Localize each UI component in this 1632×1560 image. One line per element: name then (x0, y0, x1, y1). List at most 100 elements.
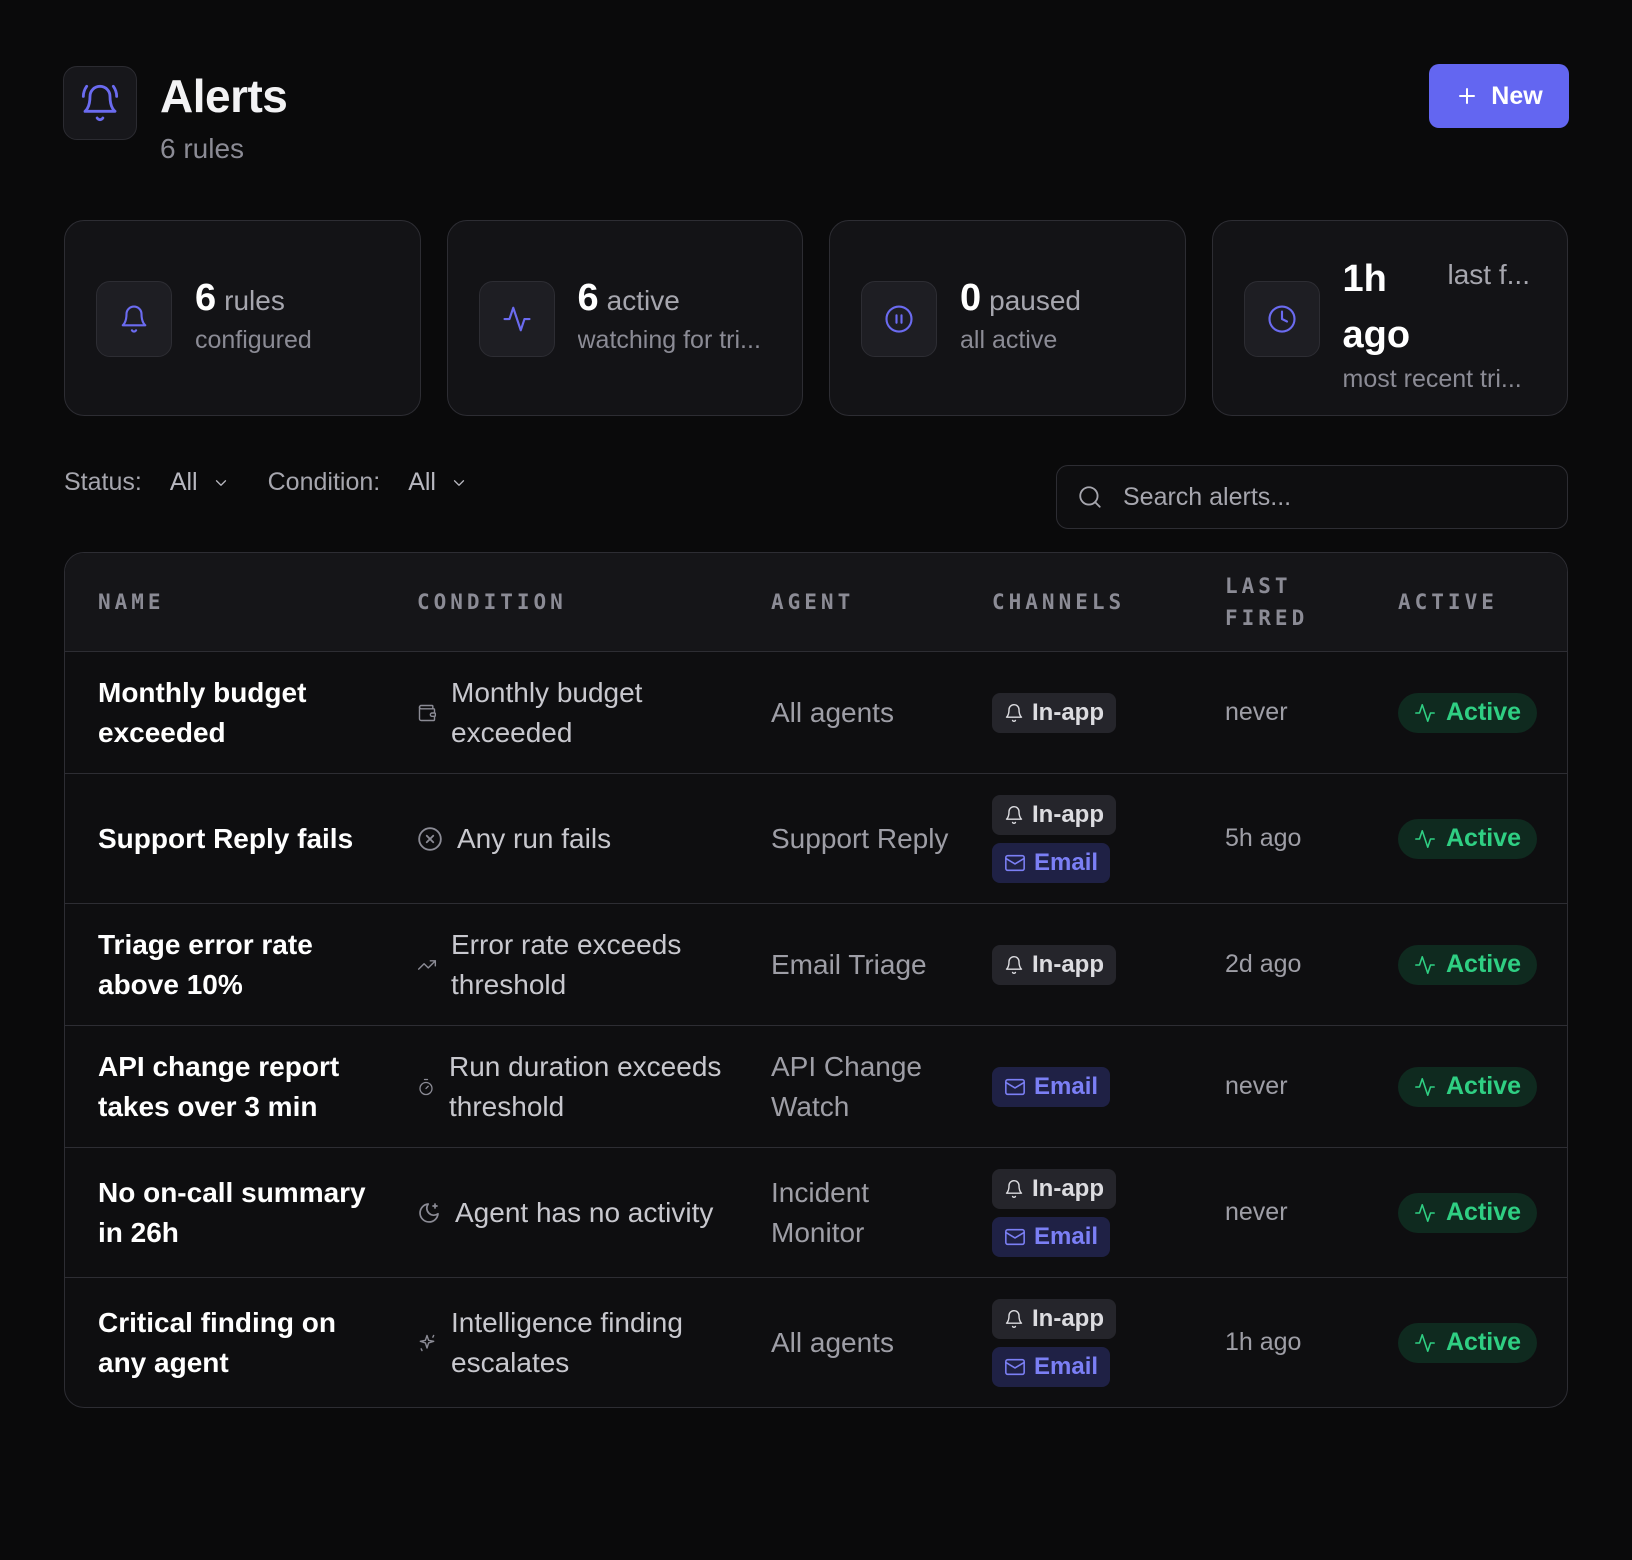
activity-icon (1415, 703, 1435, 722)
active-status-badge[interactable]: Active (1398, 944, 1538, 985)
active-status-badge[interactable]: Active (1398, 818, 1538, 859)
channels: In-app (992, 652, 1212, 773)
stat-value: 6 (195, 277, 217, 319)
table-row[interactable]: No on-call summary in 26h Agent has no a… (65, 1148, 1567, 1278)
condition-text: Intelligence finding escalates (451, 1306, 683, 1378)
table-row[interactable]: API change report takes over 3 min Run d… (65, 1026, 1567, 1148)
channels: In-app Email (992, 774, 1212, 903)
alert-name: Triage error rate above 10% (98, 928, 313, 1000)
status-filter-value: All (169, 468, 198, 496)
mail-icon (1005, 1358, 1025, 1375)
alerts-logo (63, 66, 137, 140)
moon-icon (419, 1202, 439, 1223)
channel-chip-email: Email (992, 1066, 1111, 1107)
column-header-active[interactable]: ACTIVE (1398, 553, 1498, 651)
stat-description: most recent tri... (1342, 365, 1522, 393)
last-fired: 5h ago (1225, 824, 1302, 852)
stat-label: rules (224, 285, 285, 316)
activity-icon (1415, 1203, 1435, 1222)
chevron-down-icon (215, 479, 226, 486)
agent-name: All agents (771, 696, 894, 728)
bell-icon (1005, 1309, 1023, 1328)
stat-card-paused: 0 paused all active (829, 220, 1186, 416)
channel-chip-inapp: In-app (992, 692, 1116, 733)
activity-icon (502, 306, 531, 332)
stats-row: 6 rules configured 6 active watching for t… (64, 220, 1568, 416)
condition-text: Error rate exceeds threshold (451, 928, 682, 1000)
column-header-channels[interactable]: CHANNELS (992, 553, 1125, 651)
condition-filter-value: All (408, 468, 436, 496)
bell-icon (1005, 1179, 1023, 1198)
new-alert-button[interactable]: New (1429, 64, 1569, 128)
mail-icon (1005, 854, 1025, 871)
stat-card-rules: 6 rules configured (64, 220, 421, 416)
table-row[interactable]: Support Reply fails Any run fails Suppor… (65, 774, 1567, 904)
column-header-condition[interactable]: CONDITION (417, 553, 567, 651)
alert-name: Critical finding on any agent (98, 1306, 336, 1378)
search-box[interactable] (1056, 465, 1568, 529)
filter-bar: Status: All Condition: All (64, 468, 506, 497)
activity-icon (1415, 1333, 1435, 1352)
agent-name: Email Triage (771, 948, 927, 980)
table-header: NAME CONDITION AGENT CHANNELS LAST FIRED… (65, 553, 1567, 652)
channel-chip-email: Email (992, 842, 1111, 883)
wallet-icon (418, 704, 437, 721)
pause-circle-icon (885, 305, 913, 333)
last-fired: never (1225, 698, 1288, 726)
activity-icon (1415, 829, 1435, 848)
stat-description: configured (195, 326, 312, 354)
condition-filter-dropdown[interactable]: All (408, 468, 468, 497)
mail-icon (1005, 1078, 1025, 1095)
alert-name: Support Reply fails (98, 822, 354, 854)
channel-chip-inapp: In-app (992, 1168, 1116, 1209)
page-subtitle: 6 rules (160, 133, 245, 164)
table-row[interactable]: Triage error rate above 10% Error rate e… (65, 904, 1567, 1026)
column-header-name[interactable]: NAME (98, 553, 165, 651)
search-input[interactable] (1121, 481, 1525, 513)
sparkle-icon (419, 1334, 435, 1351)
mail-icon (1005, 1228, 1025, 1245)
stat-value: 1h ago (1342, 258, 1411, 356)
active-status-badge[interactable]: Active (1398, 1192, 1538, 1233)
table-row[interactable]: Critical finding on any agent Intelligen… (65, 1278, 1567, 1407)
channels: In-app Email (992, 1278, 1212, 1407)
bell-icon (1005, 805, 1023, 824)
alert-name: No on-call summary in 26h (98, 1176, 366, 1248)
stat-label: paused (989, 285, 1082, 316)
active-status-badge[interactable]: Active (1398, 692, 1538, 733)
channels: In-app (992, 904, 1212, 1025)
last-fired: never (1225, 1198, 1288, 1226)
condition-text: Monthly budget exceeded (451, 676, 643, 748)
bell-icon (1005, 703, 1023, 722)
stat-value: 6 (577, 277, 599, 319)
condition-text: Run duration exceeds threshold (449, 1050, 722, 1122)
activity-icon (1415, 1077, 1435, 1096)
x-circle-icon (418, 826, 442, 851)
channel-chip-email: Email (992, 1216, 1111, 1257)
alerts-table: NAME CONDITION AGENT CHANNELS LAST FIRED… (64, 552, 1568, 1408)
stat-label: last f... (1447, 259, 1530, 290)
activity-icon (1415, 955, 1435, 974)
last-fired: 1h ago (1225, 1328, 1302, 1356)
condition-text: Any run fails (457, 822, 612, 854)
table-row[interactable]: Monthly budget exceeded Monthly budget e… (65, 652, 1567, 774)
bell-ring-icon (81, 84, 119, 122)
new-button-label: New (1491, 81, 1543, 110)
agent-name: Incident Monitor (771, 1176, 870, 1248)
timer-icon (419, 1078, 433, 1095)
stat-card-last-fired: 1h ago last f... most recent tri... (1211, 220, 1568, 416)
last-fired: never (1225, 1072, 1288, 1100)
status-filter-dropdown[interactable]: All (170, 468, 230, 497)
bell-icon (121, 305, 147, 333)
bell-icon (1005, 955, 1023, 974)
active-status-badge[interactable]: Active (1398, 1322, 1538, 1363)
channel-chip-inapp: In-app (992, 944, 1116, 985)
last-fired: 2d ago (1225, 950, 1302, 978)
status-filter-label: Status: (64, 468, 142, 496)
column-header-last-fired[interactable]: LAST FIRED (1225, 553, 1325, 651)
plus-icon (1459, 88, 1476, 104)
stat-value: 0 (960, 277, 982, 319)
page-title: Alerts (160, 70, 288, 122)
column-header-agent[interactable]: AGENT (771, 553, 854, 651)
active-status-badge[interactable]: Active (1398, 1066, 1538, 1107)
